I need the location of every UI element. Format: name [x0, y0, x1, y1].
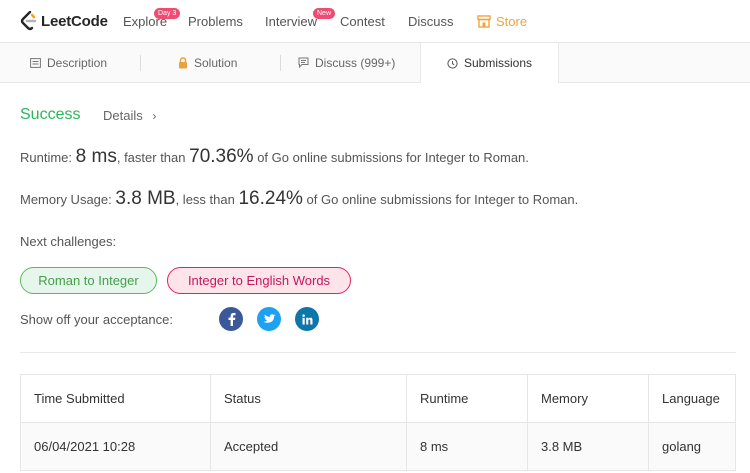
details-link[interactable]: Details ›	[103, 108, 156, 123]
result-status: Success	[20, 106, 81, 123]
tab-discuss[interactable]: Discuss (999+)	[298, 43, 395, 82]
description-icon	[30, 57, 41, 68]
cell-status-link[interactable]: Accepted	[210, 422, 407, 471]
submissions-table: Time Submitted Status Runtime Memory Lan…	[20, 374, 736, 471]
tab-description-label: Description	[47, 55, 108, 70]
cell-runtime: 8 ms	[406, 422, 528, 471]
logo[interactable]: LeetCode	[20, 11, 108, 31]
facebook-icon[interactable]	[219, 307, 243, 331]
nav-store-label: Store	[496, 14, 528, 29]
store-icon	[477, 15, 491, 28]
twitter-icon[interactable]	[257, 307, 281, 331]
explore-badge: Day 3	[154, 8, 181, 19]
problem-tabs: Description Solution Discuss (999+) Subm…	[0, 43, 750, 83]
tab-description[interactable]: Description	[30, 43, 107, 82]
runtime-percent: 70.36%	[189, 146, 254, 167]
details-label: Details	[103, 108, 143, 123]
runtime-label: Runtime:	[20, 150, 73, 165]
runtime-comparison: , faster than	[116, 150, 186, 165]
nav-problems[interactable]: Problems	[188, 14, 243, 29]
top-navbar: LeetCode Explore Day 3 Problems Intervie…	[0, 0, 750, 43]
cell-language: golang	[648, 422, 736, 471]
column-header[interactable]: Time Submitted	[20, 374, 211, 423]
runtime-suffix: of Go online submissions for Integer to …	[257, 150, 529, 165]
nav-store[interactable]: Store	[477, 14, 527, 29]
clock-icon	[447, 57, 458, 69]
table-header-row: Time Submitted Status Runtime Memory Lan…	[20, 374, 736, 423]
tab-solution-label: Solution	[194, 55, 238, 70]
memory-label: Memory Usage:	[20, 192, 112, 207]
tab-submissions[interactable]: Submissions	[420, 43, 559, 83]
logo-text: LeetCode	[41, 12, 108, 30]
linkedin-icon[interactable]	[295, 307, 319, 331]
leetcode-logo-icon	[20, 11, 37, 31]
memory-comparison: , less than	[175, 192, 235, 207]
nav-contest[interactable]: Contest	[340, 14, 385, 29]
cell-memory: 3.8 MB	[527, 422, 649, 471]
challenge-roman-to-integer[interactable]: Roman to Integer	[20, 267, 157, 294]
column-header[interactable]: Runtime	[406, 374, 528, 423]
memory-percent: 16.24%	[238, 188, 303, 209]
next-challenges-label: Next challenges:	[20, 234, 117, 249]
discuss-icon	[298, 57, 309, 68]
tab-submissions-label: Submissions	[464, 56, 533, 70]
challenge-integer-to-english-words[interactable]: Integer to English Words	[167, 267, 351, 294]
cell-time-submitted: 06/04/2021 10:28	[20, 422, 211, 471]
interview-badge: New	[313, 8, 336, 19]
memory-suffix: of Go online submissions for Integer to …	[306, 192, 579, 207]
column-header[interactable]: Language	[648, 374, 736, 423]
tab-divider	[140, 55, 141, 71]
table-row: 06/04/2021 10:28 Accepted 8 ms 3.8 MB go…	[20, 422, 736, 471]
share-label: Show off your acceptance:	[20, 312, 173, 327]
tab-solution[interactable]: Solution	[178, 43, 237, 82]
lock-icon	[178, 56, 188, 69]
nav-discuss[interactable]: Discuss	[408, 14, 454, 29]
memory-value: 3.8 MB	[115, 188, 176, 209]
tab-divider	[280, 55, 281, 71]
runtime-stat: Runtime: 8 ms, faster than 70.36% of Go …	[20, 146, 529, 168]
section-divider	[20, 352, 736, 353]
memory-stat: Memory Usage: 3.8 MB, less than 16.24% o…	[20, 188, 578, 210]
nav-interview[interactable]: Interview	[265, 14, 317, 29]
chevron-right-icon: ›	[152, 109, 157, 123]
column-header[interactable]: Memory	[527, 374, 649, 423]
column-header[interactable]: Status	[210, 374, 407, 423]
tab-discuss-label: Discuss (999+)	[315, 55, 396, 70]
runtime-value: 8 ms	[75, 146, 117, 167]
